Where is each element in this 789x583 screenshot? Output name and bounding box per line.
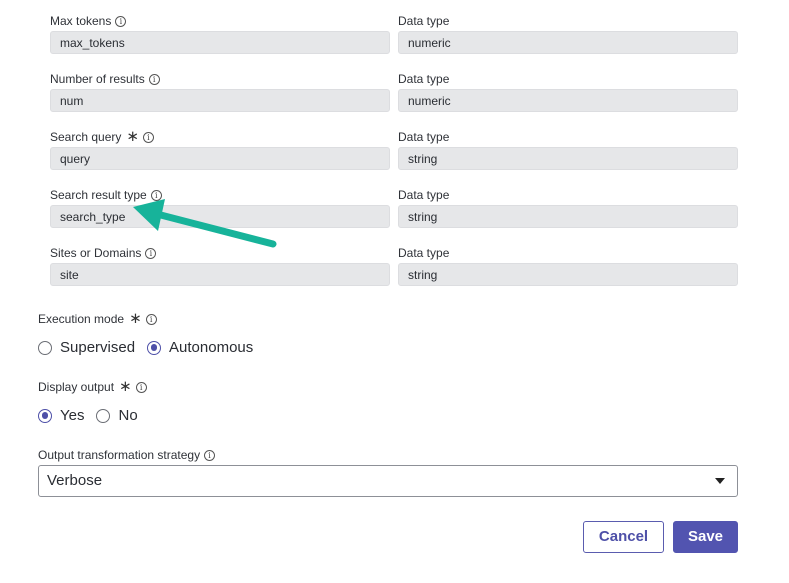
radio-option-supervised[interactable]: Supervised <box>38 339 135 356</box>
data-type-label: Data type <box>398 246 450 260</box>
display-output-label-text: Display output <box>38 380 115 394</box>
select-value: Verbose <box>47 472 103 489</box>
data-type-field[interactable]: string <box>398 147 738 170</box>
execution-mode-label-text: Execution mode <box>38 312 125 326</box>
data-type-label: Data type <box>398 14 450 28</box>
data-type-label: Data type <box>398 72 450 86</box>
param-label-text: Search query <box>50 130 122 144</box>
data-type-field[interactable]: string <box>398 205 738 228</box>
param-value-field[interactable]: query <box>50 147 390 170</box>
radio-label: Autonomous <box>169 339 254 356</box>
radio-button-selected[interactable] <box>38 408 52 423</box>
param-label-text: Max tokens <box>50 14 112 28</box>
display-output-label: Display output ∗ i <box>38 378 147 395</box>
data-type-label: Data type <box>398 130 450 144</box>
data-type-field[interactable]: string <box>398 263 738 286</box>
radio-label: Supervised <box>60 339 136 356</box>
info-icon[interactable]: i <box>148 73 160 85</box>
param-value-field[interactable]: site <box>50 263 390 286</box>
output-strategy-label-text: Output transformation strategy <box>38 448 201 462</box>
output-strategy-label: Output transformation strategy i <box>38 448 216 462</box>
data-type-field[interactable]: numeric <box>398 31 738 54</box>
radio-button[interactable] <box>96 408 111 423</box>
param-value-field[interactable]: max_tokens <box>50 31 390 54</box>
param-label: Search query ∗ i <box>50 128 154 145</box>
param-label: Max tokens i <box>50 14 127 28</box>
required-asterisk-icon: ∗ <box>129 310 142 327</box>
radio-button-selected[interactable] <box>147 340 162 355</box>
execution-mode-label: Execution mode ∗ i <box>38 310 157 327</box>
param-label-text: Number of results <box>50 72 145 86</box>
data-type-field[interactable]: numeric <box>398 89 738 112</box>
data-type-label: Data type <box>398 188 450 202</box>
annotation-arrow-icon <box>133 199 277 248</box>
info-icon[interactable]: i <box>142 131 154 143</box>
execution-mode-radio-group: Supervised Autonomous <box>38 339 253 356</box>
param-value-field[interactable]: num <box>50 89 390 112</box>
radio-option-no[interactable]: No <box>96 407 138 424</box>
caret-down-icon[interactable] <box>715 478 725 484</box>
cancel-button[interactable]: Cancel <box>583 521 664 553</box>
radio-option-yes[interactable]: Yes <box>38 407 84 424</box>
info-icon[interactable]: i <box>115 15 127 27</box>
radio-option-autonomous[interactable]: Autonomous <box>147 339 253 356</box>
required-asterisk-icon: ∗ <box>126 128 139 145</box>
info-icon[interactable]: i <box>145 313 157 325</box>
display-output-radio-group: Yes No <box>38 407 138 424</box>
radio-button[interactable] <box>38 340 52 355</box>
radio-label: No <box>118 407 138 424</box>
param-label: Number of results i <box>50 72 160 86</box>
info-icon[interactable]: i <box>135 381 147 393</box>
required-asterisk-icon: ∗ <box>119 378 132 395</box>
radio-label: Yes <box>60 407 85 424</box>
info-icon[interactable]: i <box>204 449 216 461</box>
output-strategy-select[interactable]: Verbose <box>38 465 738 497</box>
save-button[interactable]: Save <box>673 521 738 553</box>
